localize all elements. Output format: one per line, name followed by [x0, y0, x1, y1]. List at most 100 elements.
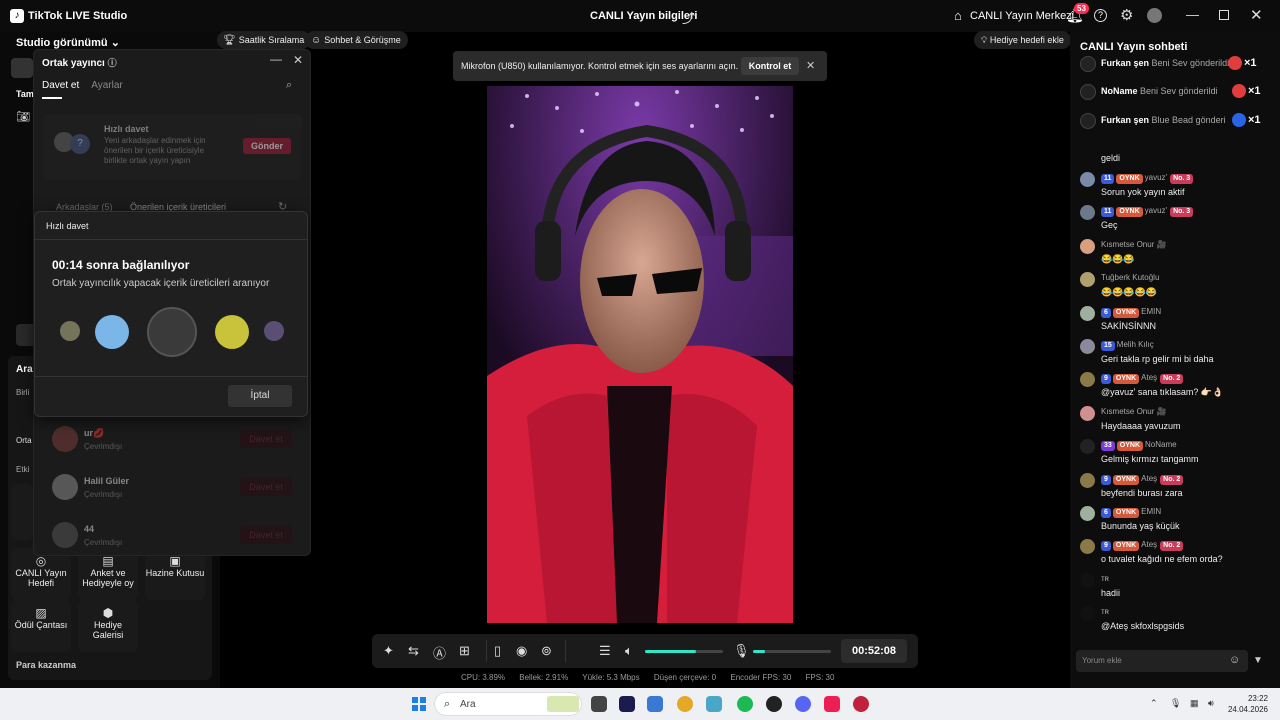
chat-username[interactable]: Ateş [1141, 373, 1157, 382]
share-icon[interactable]: ⤴ [682, 8, 695, 27]
chat-avatar[interactable] [1080, 238, 1095, 254]
network-icon[interactable]: ▦ [1190, 698, 1199, 709]
maximize-icon[interactable] [1219, 10, 1229, 20]
minimize-icon[interactable]: — [1186, 7, 1199, 22]
chat-username[interactable]: EMIN [1141, 507, 1161, 516]
magic-wand-icon[interactable]: ✦ [383, 643, 394, 659]
ai-icon[interactable]: Ⓐ [433, 643, 446, 662]
close-icon[interactable]: ✕ [806, 59, 815, 72]
chat-avatar[interactable] [1080, 372, 1095, 388]
emoji-icon[interactable]: ☺ [1229, 654, 1240, 666]
close-icon[interactable]: ✕ [1250, 6, 1263, 24]
app-icon[interactable] [706, 696, 722, 712]
tab-settings[interactable]: Ayarlar [91, 80, 123, 91]
adobe-icon[interactable] [619, 696, 635, 712]
clock[interactable]: 23:22 24.04.2026 [1226, 693, 1268, 715]
invite-button[interactable]: Davet et [240, 430, 292, 448]
camera-icon[interactable]: 📷︎ [16, 110, 30, 123]
tools-item[interactable]: Orta [16, 436, 32, 445]
gift-user: NoName [1101, 86, 1138, 96]
cancel-button[interactable]: İptal [228, 385, 292, 407]
chat-username[interactable]: Ateş [1141, 540, 1157, 549]
chat-username[interactable]: ᴛʀ [1101, 574, 1109, 583]
app-name: TikTok LIVE Studio [28, 10, 128, 22]
outlook-icon[interactable] [647, 696, 663, 712]
chat-username[interactable]: Kısmetse Onur 🎥 [1101, 240, 1167, 249]
chat-username[interactable]: ᴛʀ [1101, 607, 1109, 616]
chat-username[interactable]: Tuğberk Kutoğlu [1101, 273, 1159, 282]
windows-start-icon[interactable] [412, 697, 426, 711]
search-icon[interactable]: ⌕ [286, 79, 292, 92]
hourly-ranking-chip[interactable]: 🏆︎ Saatlik Sıralama [217, 31, 312, 49]
tool-tile[interactable] [11, 484, 33, 540]
minimize-panel-icon[interactable]: — [270, 52, 282, 66]
chat-username[interactable]: NoName [1145, 440, 1177, 449]
info-icon[interactable]: ⓘ [108, 58, 117, 68]
gift-user: Furkan şen [1101, 115, 1150, 125]
help-icon[interactable]: ? [1094, 9, 1107, 22]
filter-icon[interactable]: ▼ [1253, 655, 1263, 666]
tiktok-icon[interactable] [824, 696, 840, 712]
chat-avatar[interactable] [1080, 172, 1095, 187]
chat-avatar[interactable] [1080, 572, 1095, 588]
phone-icon[interactable]: ▯ [494, 643, 501, 659]
live-center-link[interactable]: CANLI Yayın Merkezi [970, 10, 1074, 22]
chat-username[interactable]: yavuz' [1145, 206, 1167, 215]
app-icon[interactable] [766, 696, 782, 712]
discord-icon[interactable] [795, 696, 811, 712]
settings-sliders-icon[interactable]: ☰ [599, 643, 611, 659]
camera-switch-icon[interactable]: ⊚ [541, 643, 552, 659]
chrome-icon[interactable] [677, 696, 693, 712]
gift-gallery-icon: ⬢ [102, 606, 114, 620]
tab-invite[interactable]: Davet et [42, 80, 79, 91]
studio-view-label: Studio görünümü [16, 37, 108, 49]
check-button[interactable]: Kontrol et [741, 57, 799, 75]
chat-username[interactable]: Melih Kılıç [1117, 340, 1154, 349]
chat-avatar[interactable] [1080, 439, 1095, 455]
volume-slider[interactable] [645, 650, 723, 653]
chat-avatar[interactable] [1080, 339, 1095, 354]
mic-slider[interactable] [753, 650, 831, 653]
record-icon[interactable]: ◉ [516, 643, 527, 659]
invite-button[interactable]: Davet et [240, 478, 292, 496]
volume-tray-icon[interactable]: 🔊︎ [1208, 698, 1214, 709]
chat-avatar[interactable] [1080, 205, 1095, 221]
chat-username[interactable]: Kısmetse Onur 🎥 [1101, 407, 1167, 416]
chat-meet-chip[interactable]: ☺ Sohbet & Görüşme [305, 31, 408, 49]
home-icon[interactable]: ⌂ [954, 8, 962, 23]
studio-view-dropdown[interactable]: Studio görünümü ⌄ [16, 36, 120, 49]
chat-avatar[interactable] [1080, 472, 1095, 488]
translate-icon[interactable]: ⇆ [408, 643, 419, 659]
task-view-icon[interactable] [591, 696, 607, 712]
spotify-icon[interactable] [737, 696, 753, 712]
mic-tray-icon[interactable]: 🎙︎ [1170, 698, 1181, 709]
chat-avatar[interactable] [1080, 272, 1095, 288]
comment-input[interactable]: Yorum ekle ☺ [1076, 650, 1248, 672]
live-studio-icon[interactable] [853, 696, 869, 712]
chat-avatar[interactable] [1080, 405, 1095, 421]
chat-text: hadii [1101, 587, 1121, 598]
taskbar-search[interactable]: ⌕ Ara [434, 692, 582, 716]
gift-goal-chip[interactable]: 💡︎ Hediye hedefi ekle [974, 31, 1071, 49]
gear-icon[interactable]: ⚙ [1120, 6, 1133, 24]
add-media-icon[interactable]: ⊞ [459, 643, 470, 659]
close-panel-icon[interactable]: ✕ [293, 53, 303, 67]
chat-username[interactable]: Ateş [1141, 474, 1157, 483]
chevron-up-icon[interactable]: ⌃ [1150, 698, 1158, 709]
avatar[interactable] [1147, 8, 1162, 23]
fan-club-badge: OYNK [1112, 307, 1140, 318]
tool-reward-bag[interactable]: ▨ Ödül Çantası [11, 600, 71, 652]
microphone-icon[interactable]: 🎙︎ [733, 643, 750, 659]
tool-gift-gallery[interactable]: ⬢ Hediye Galerisi [78, 600, 138, 652]
send-button[interactable]: Gönder [243, 138, 291, 154]
chat-avatar[interactable] [1080, 305, 1095, 321]
date: 24.04.2026 [1227, 705, 1268, 714]
chat-avatar[interactable] [1080, 606, 1095, 622]
chat-username[interactable]: EMIN [1141, 307, 1161, 316]
invite-button[interactable]: Davet et [240, 526, 292, 544]
speaker-icon[interactable]: 🔈︎ [625, 643, 633, 659]
chat-avatar[interactable] [1080, 506, 1095, 521]
chat-avatar[interactable] [1080, 539, 1095, 555]
chat-username[interactable]: yavuz' [1145, 173, 1167, 182]
scene-tab[interactable] [11, 58, 33, 78]
